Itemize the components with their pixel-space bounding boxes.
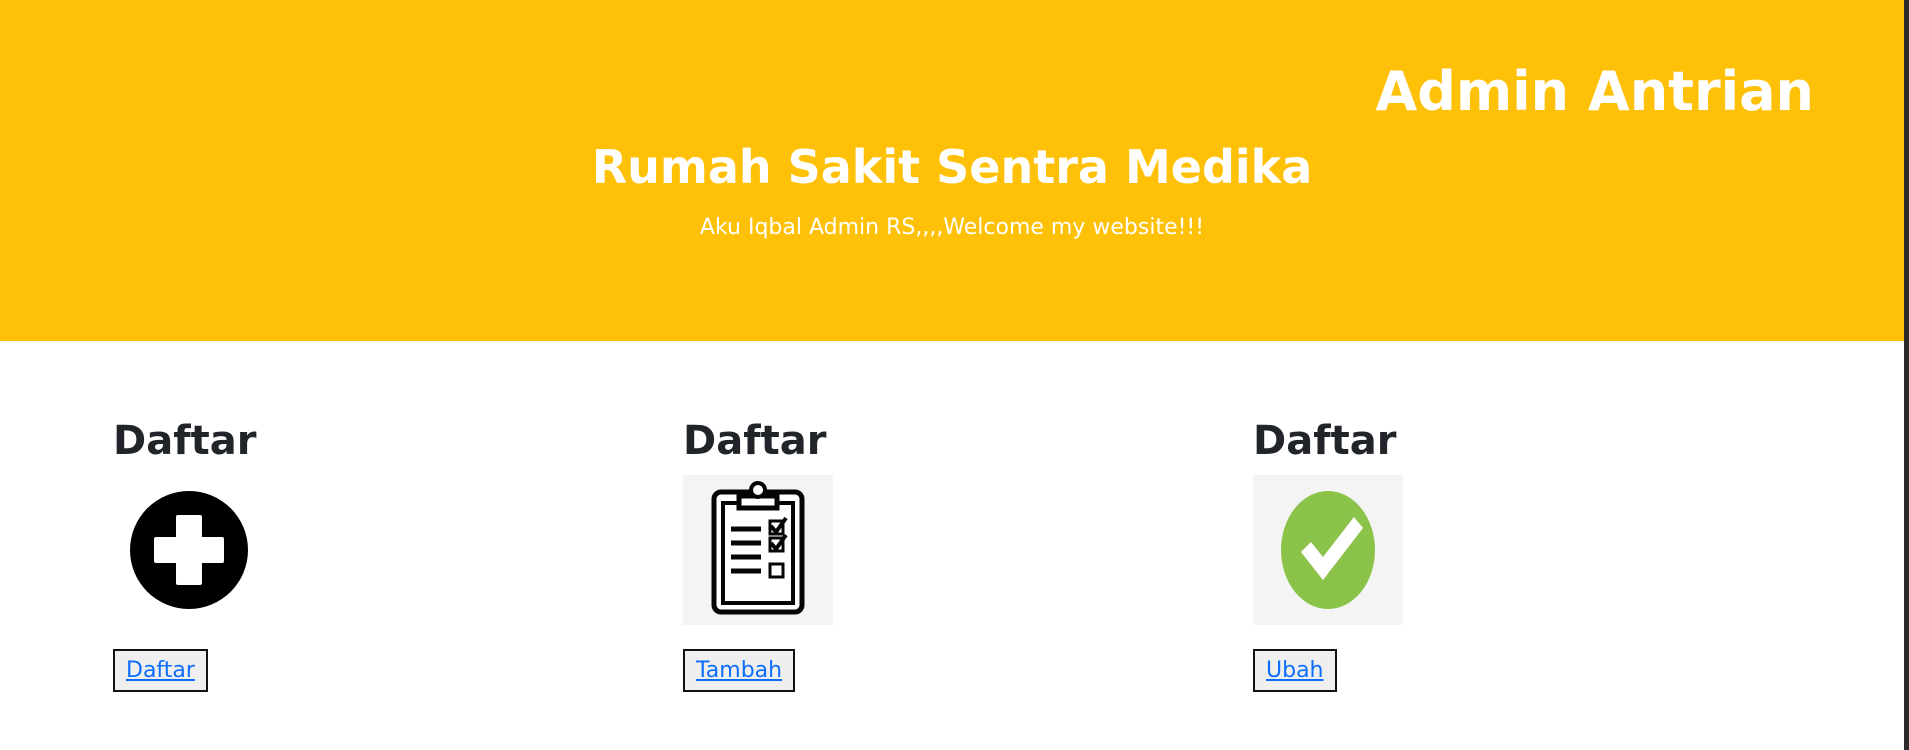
tambah-button[interactable]: Tambah: [683, 649, 796, 692]
menu-card-daftar: Daftar Daftar: [113, 416, 473, 692]
hero-banner: Admin Antrian Rumah Sakit Sentra Medika …: [0, 0, 1904, 341]
page: Admin Antrian Rumah Sakit Sentra Medika …: [0, 0, 1909, 750]
card-heading: Daftar: [113, 418, 257, 464]
menu-card-ubah: Daftar Ubah: [1253, 416, 1613, 692]
hospital-title: Rumah Sakit Sentra Medika: [591, 140, 1313, 194]
clipboard-checklist-icon: [683, 475, 833, 625]
card-heading: Daftar: [1253, 418, 1397, 464]
check-badge-icon: [1253, 475, 1403, 625]
daftar-button[interactable]: Daftar: [113, 649, 208, 692]
menu-card-tambah: Daftar Tambah: [683, 416, 1043, 692]
ubah-button[interactable]: Ubah: [1253, 649, 1337, 692]
card-heading: Daftar: [683, 418, 827, 464]
plus-circle-icon: [113, 475, 263, 625]
window-scrollbar-edge[interactable]: [1904, 0, 1909, 750]
welcome-subtitle: Aku Iqbal Admin RS,,,,Welcome my website…: [699, 215, 1205, 240]
admin-title: Admin Antrian: [1375, 60, 1814, 123]
